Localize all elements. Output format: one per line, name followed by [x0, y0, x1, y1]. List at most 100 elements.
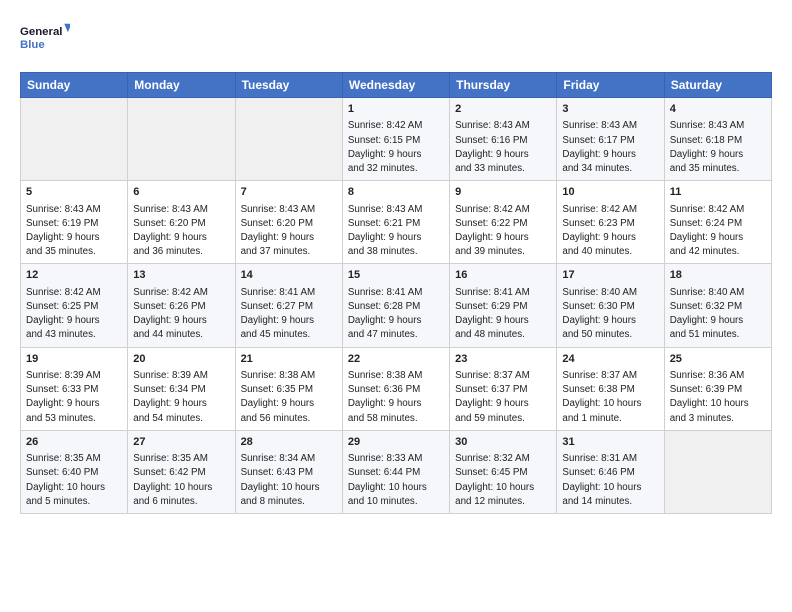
day-number: 13	[133, 268, 229, 283]
calendar-cell: 23Sunrise: 8:37 AM Sunset: 6:37 PM Dayli…	[450, 347, 557, 430]
calendar-cell: 31 Sunrise: 8:31 AM Sunset: 6:46 PM Dayli…	[557, 430, 664, 513]
calendar-cell: 12 Sunrise: 8:42 AM Sunset: 6:25 PM Dayli…	[21, 264, 128, 347]
calendar-cell: 3 Sunrise: 8:43 AM Sunset: 6:17 PM Daylig…	[557, 98, 664, 181]
calendar-cell: 24 Sunrise: 8:37 AM Sunset: 6:38 PM Dayli…	[557, 347, 664, 430]
day-info: Sunrise: 8:42 AM Sunset: 6:24 PM Dayligh…	[670, 203, 766, 260]
calendar-cell	[664, 430, 771, 513]
day-number: 22	[348, 352, 444, 367]
calendar-cell: 29 Sunrise: 8:33 AM Sunset: 6:44 PM Dayli…	[342, 430, 449, 513]
day-number: 12	[26, 268, 122, 283]
day-number: 7	[241, 185, 337, 200]
calendar-cell: 8 Sunrise: 8:43 AM Sunset: 6:21 PM Daylig…	[342, 181, 449, 264]
calendar-cell: 28 Sunrise: 8:34 AM Sunset: 6:43 PM Dayli…	[235, 430, 342, 513]
day-info: Sunrise: 8:40 AM Sunset: 6:30 PM Dayligh…	[562, 286, 658, 343]
day-info: Sunrise: 8:43 AM Sunset: 6:17 PM Dayligh…	[562, 119, 658, 176]
logo: General Blue	[20, 16, 70, 60]
day-number: 10	[562, 185, 658, 200]
calendar-cell: 26Sunrise: 8:35 AM Sunset: 6:40 PM Dayli…	[21, 430, 128, 513]
calendar-cell: 7 Sunrise: 8:43 AM Sunset: 6:20 PM Daylig…	[235, 181, 342, 264]
calendar-cell	[235, 98, 342, 181]
weekday-header-tuesday: Tuesday	[235, 73, 342, 98]
calendar-table: SundayMondayTuesdayWednesdayThursdayFrid…	[20, 72, 772, 514]
day-info: Sunrise: 8:43 AM Sunset: 6:20 PM Dayligh…	[241, 203, 337, 260]
day-info: Sunrise: 8:33 AM Sunset: 6:44 PM Dayligh…	[348, 452, 444, 509]
day-info: Sunrise: 8:43 AM Sunset: 6:16 PM Dayligh…	[455, 119, 551, 176]
page-header: General Blue	[20, 16, 772, 60]
day-info: Sunrise: 8:42 AM Sunset: 6:22 PM Dayligh…	[455, 203, 551, 260]
day-info: Sunrise: 8:41 AM Sunset: 6:29 PM Dayligh…	[455, 286, 551, 343]
calendar-cell: 5 Sunrise: 8:43 AM Sunset: 6:19 PM Daylig…	[21, 181, 128, 264]
day-number: 18	[670, 268, 766, 283]
day-number: 2	[455, 102, 551, 117]
day-info: Sunrise: 8:42 AM Sunset: 6:26 PM Dayligh…	[133, 286, 229, 343]
day-number: 30	[455, 435, 551, 450]
logo-svg: General Blue	[20, 16, 70, 60]
weekday-header-sunday: Sunday	[21, 73, 128, 98]
day-number: 4	[670, 102, 766, 117]
calendar-cell: 19 Sunrise: 8:39 AM Sunset: 6:33 PM Dayli…	[21, 347, 128, 430]
weekday-header-friday: Friday	[557, 73, 664, 98]
day-info: Sunrise: 8:43 AM Sunset: 6:18 PM Dayligh…	[670, 119, 766, 176]
day-number: 24	[562, 352, 658, 367]
calendar-cell: 13 Sunrise: 8:42 AM Sunset: 6:26 PM Dayli…	[128, 264, 235, 347]
day-info: Sunrise: 8:37 AM Sunset: 6:38 PM Dayligh…	[562, 369, 658, 426]
calendar-cell: 6 Sunrise: 8:43 AM Sunset: 6:20 PM Daylig…	[128, 181, 235, 264]
calendar-cell: 2 Sunrise: 8:43 AM Sunset: 6:16 PM Daylig…	[450, 98, 557, 181]
day-info: Sunrise: 8:42 AM Sunset: 6:23 PM Dayligh…	[562, 203, 658, 260]
day-number: 21	[241, 352, 337, 367]
day-info: Sunrise: 8:39 AM Sunset: 6:34 PM Dayligh…	[133, 369, 229, 426]
day-info: Sunrise: 8:43 AM Sunset: 6:19 PM Dayligh…	[26, 203, 122, 260]
day-info: Sunrise: 8:42 AM Sunset: 6:25 PM Dayligh…	[26, 286, 122, 343]
day-info: Sunrise: 8:39 AM Sunset: 6:33 PM Dayligh…	[26, 369, 122, 426]
calendar-cell	[21, 98, 128, 181]
calendar-cell: 4 Sunrise: 8:43 AM Sunset: 6:18 PM Daylig…	[664, 98, 771, 181]
day-number: 29	[348, 435, 444, 450]
day-info: Sunrise: 8:40 AM Sunset: 6:32 PM Dayligh…	[670, 286, 766, 343]
svg-text:Blue: Blue	[20, 39, 45, 51]
day-info: Sunrise: 8:31 AM Sunset: 6:46 PM Dayligh…	[562, 452, 658, 509]
day-number: 27	[133, 435, 229, 450]
day-number: 14	[241, 268, 337, 283]
weekday-header-thursday: Thursday	[450, 73, 557, 98]
calendar-cell: 20Sunrise: 8:39 AM Sunset: 6:34 PM Dayli…	[128, 347, 235, 430]
calendar-cell: 22 Sunrise: 8:38 AM Sunset: 6:36 PM Dayli…	[342, 347, 449, 430]
day-number: 6	[133, 185, 229, 200]
calendar-header: SundayMondayTuesdayWednesdayThursdayFrid…	[21, 73, 772, 98]
svg-text:General: General	[20, 26, 62, 38]
day-info: Sunrise: 8:38 AM Sunset: 6:35 PM Dayligh…	[241, 369, 337, 426]
calendar-cell: 1 Sunrise: 8:42 AM Sunset: 6:15 PM Daylig…	[342, 98, 449, 181]
weekday-header-saturday: Saturday	[664, 73, 771, 98]
day-info: Sunrise: 8:35 AM Sunset: 6:42 PM Dayligh…	[133, 452, 229, 509]
calendar-cell: 16 Sunrise: 8:41 AM Sunset: 6:29 PM Dayli…	[450, 264, 557, 347]
day-number: 26	[26, 435, 122, 450]
day-number: 19	[26, 352, 122, 367]
day-number: 16	[455, 268, 551, 283]
day-number: 25	[670, 352, 766, 367]
day-number: 1	[348, 102, 444, 117]
day-number: 8	[348, 185, 444, 200]
day-info: Sunrise: 8:42 AM Sunset: 6:15 PM Dayligh…	[348, 119, 444, 176]
weekday-header-monday: Monday	[128, 73, 235, 98]
calendar-cell	[128, 98, 235, 181]
day-info: Sunrise: 8:43 AM Sunset: 6:20 PM Dayligh…	[133, 203, 229, 260]
day-number: 9	[455, 185, 551, 200]
calendar-cell: 18 Sunrise: 8:40 AM Sunset: 6:32 PM Dayli…	[664, 264, 771, 347]
day-info: Sunrise: 8:34 AM Sunset: 6:43 PM Dayligh…	[241, 452, 337, 509]
day-info: Sunrise: 8:43 AM Sunset: 6:21 PM Dayligh…	[348, 203, 444, 260]
day-number: 3	[562, 102, 658, 117]
day-number: 17	[562, 268, 658, 283]
calendar-cell: 10 Sunrise: 8:42 AM Sunset: 6:23 PM Dayli…	[557, 181, 664, 264]
day-number: 15	[348, 268, 444, 283]
day-number: 11	[670, 185, 766, 200]
weekday-header-wednesday: Wednesday	[342, 73, 449, 98]
day-info: Sunrise: 8:37 AM Sunset: 6:37 PM Dayligh…	[455, 369, 551, 426]
day-number: 28	[241, 435, 337, 450]
calendar-cell: 27 Sunrise: 8:35 AM Sunset: 6:42 PM Dayli…	[128, 430, 235, 513]
day-number: 5	[26, 185, 122, 200]
day-info: Sunrise: 8:32 AM Sunset: 6:45 PM Dayligh…	[455, 452, 551, 509]
calendar-cell: 14 Sunrise: 8:41 AM Sunset: 6:27 PM Dayli…	[235, 264, 342, 347]
day-info: Sunrise: 8:41 AM Sunset: 6:27 PM Dayligh…	[241, 286, 337, 343]
day-info: Sunrise: 8:38 AM Sunset: 6:36 PM Dayligh…	[348, 369, 444, 426]
calendar-cell: 9 Sunrise: 8:42 AM Sunset: 6:22 PM Daylig…	[450, 181, 557, 264]
day-number: 31	[562, 435, 658, 450]
